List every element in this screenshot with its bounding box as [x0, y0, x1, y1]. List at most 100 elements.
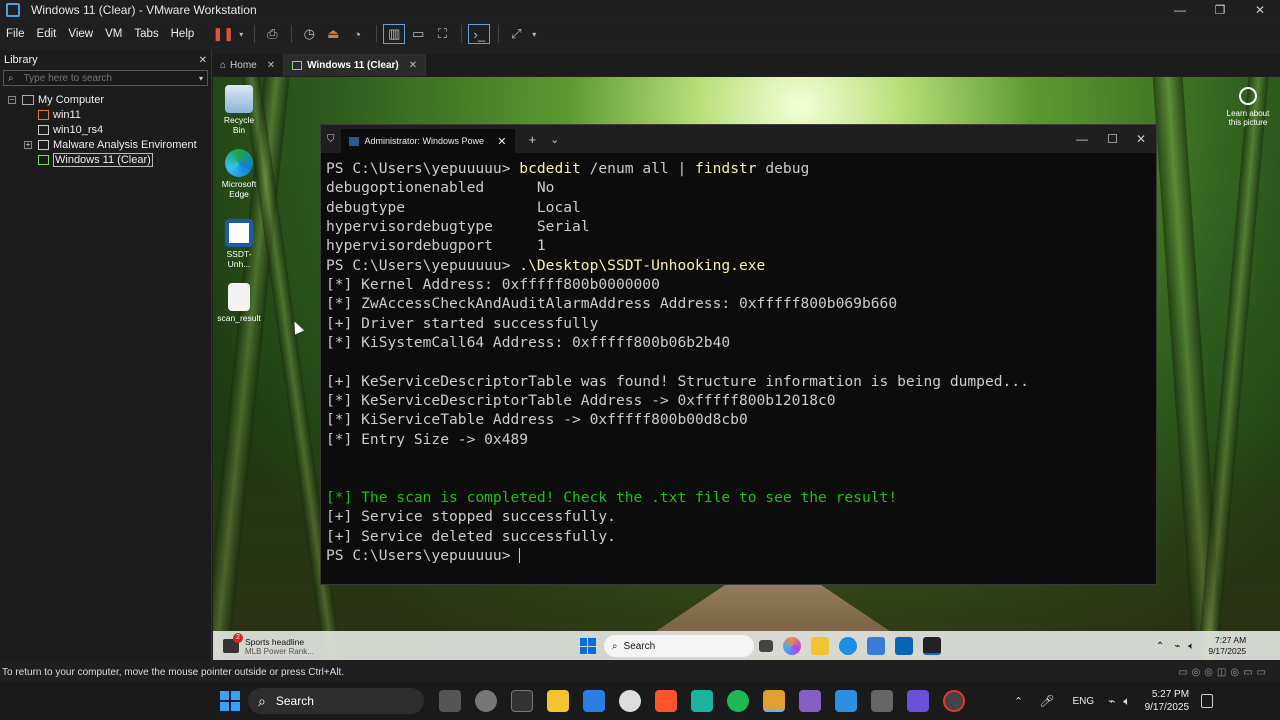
terminal-tab-close-icon[interactable]: ✕ — [497, 135, 506, 148]
network-icon[interactable]: ⌁ — [1174, 641, 1180, 652]
search-dropdown-icon[interactable]: ▾ — [199, 74, 203, 83]
desktop-icon-edge[interactable]: Microsoft Edge — [217, 149, 261, 199]
record-icon[interactable] — [943, 690, 965, 712]
console-view-icon[interactable]: ›_ — [468, 24, 491, 44]
host-search-box[interactable]: ⌕ Search — [248, 688, 424, 714]
vscode-icon[interactable] — [835, 690, 857, 712]
copilot-icon[interactable] — [782, 637, 801, 655]
pause-icon[interactable]: ❚❚ — [212, 24, 234, 44]
guest-search-box[interactable]: ⌕ Search — [603, 635, 754, 657]
task-view-icon[interactable] — [439, 690, 461, 712]
tree-item-win10-rs4[interactable]: win10_rs4 — [0, 122, 211, 137]
vmware-status-bar: To return to your computer, move the mou… — [0, 663, 1280, 681]
tree-item-malware-analysis[interactable]: + Malware Analysis Enviroment — [0, 137, 211, 152]
desktop-icon-scan-result[interactable]: scan_result — [217, 283, 261, 323]
tab-home[interactable]: ⌂ Home ✕ — [212, 54, 285, 76]
menu-tabs[interactable]: Tabs — [128, 28, 164, 40]
minimize-button[interactable]: — — [1160, 0, 1200, 20]
todo-icon[interactable] — [583, 690, 605, 712]
store-icon[interactable] — [866, 637, 885, 655]
notification-icon[interactable] — [1201, 694, 1214, 708]
tab-close-icon[interactable]: ✕ — [267, 60, 275, 71]
thumbnail-bar-icon[interactable]: ▭ — [407, 24, 429, 44]
vmware-taskbar-icon[interactable] — [763, 690, 785, 712]
start-button[interactable] — [579, 638, 596, 654]
terminal-line: [*] Kernel Address: 0xfffff800b0000000 — [326, 275, 1151, 294]
library-search-input[interactable] — [23, 72, 184, 84]
file-explorer-icon[interactable] — [810, 637, 829, 655]
host-clock[interactable]: 5:27 PM 9/17/2025 — [1145, 688, 1190, 714]
device-status-icons[interactable]: ▭◎◎◫◎▭▭ — [1178, 667, 1270, 678]
terminal-output-text: [+] Driver started successfully — [326, 314, 599, 332]
tree-item-my-computer[interactable]: − My Computer — [0, 92, 211, 107]
close-button[interactable]: ✕ — [1240, 0, 1280, 20]
file-explorer-icon[interactable] — [547, 690, 569, 712]
outlook-icon[interactable] — [894, 637, 913, 655]
terminal-output[interactable]: PS C:\Users\yepuuuuu> bcdedit /enum all … — [321, 153, 1156, 571]
library-close-icon[interactable]: ✕ — [199, 55, 207, 66]
volume-icon[interactable]: 🔈︎ — [1188, 641, 1194, 652]
terminal-output-text: debugtype Local — [326, 198, 581, 216]
terminal-minimize-icon[interactable]: — — [1076, 132, 1088, 146]
spotify-icon[interactable] — [727, 690, 749, 712]
terminal-taskbar-icon[interactable] — [922, 637, 941, 655]
new-tab-button[interactable]: + — [529, 132, 537, 147]
tab-windows11-clear[interactable]: Windows 11 (Clear) ✕ — [284, 54, 427, 76]
app-icon[interactable] — [907, 690, 929, 712]
host-start-button[interactable] — [220, 691, 240, 711]
desktop-icon-recycle-bin[interactable]: Recycle Bin — [217, 85, 261, 135]
chatgpt-icon[interactable] — [619, 690, 641, 712]
guest-clock[interactable]: 7:27 AM 9/17/2025 — [1208, 635, 1246, 657]
sports-widget[interactable]: 2 Sports headline MLB Power Rank... — [223, 632, 314, 656]
brave-icon[interactable] — [655, 690, 677, 712]
network-icon[interactable]: ⌁ — [1108, 694, 1115, 708]
terminal-tab[interactable]: Administrator: Windows Powe ✕ — [340, 129, 515, 153]
terminal-taskbar-icon[interactable] — [511, 690, 533, 712]
settings-icon[interactable] — [475, 690, 497, 712]
expand-icon[interactable]: + — [24, 140, 32, 149]
pause-dropdown-icon[interactable]: ▾ — [236, 24, 246, 44]
terminal-maximize-icon[interactable]: ☐ — [1107, 132, 1118, 146]
terminal-line: [+] KeServiceDescriptorTable was found! … — [326, 372, 1151, 391]
tree-item-win11[interactable]: win11 — [0, 107, 211, 122]
terminal-close-icon[interactable]: ✕ — [1136, 132, 1146, 146]
tab-dropdown-button[interactable]: ⌄ — [550, 133, 559, 146]
menu-view[interactable]: View — [62, 28, 99, 40]
guest-desktop[interactable]: Recycle Bin Microsoft Edge SSDT-Unh... s… — [213, 77, 1280, 660]
snapshot-manager-icon[interactable]: ◔ — [346, 24, 368, 44]
stretch-dropdown-icon[interactable]: ▾ — [529, 24, 539, 44]
menu-help[interactable]: Help — [165, 28, 201, 40]
tray-chevron-icon[interactable]: ⌃ — [1014, 695, 1023, 708]
terminal-window[interactable]: ⛉ Administrator: Windows Powe ✕ + ⌄ — ☐ … — [320, 124, 1157, 585]
language-indicator[interactable]: ENG — [1072, 696, 1094, 707]
home-icon: ⌂ — [220, 59, 227, 71]
maximize-button[interactable]: ❐ — [1200, 0, 1240, 20]
full-screen-icon[interactable]: ⛶ — [431, 24, 453, 44]
show-library-icon[interactable]: ▥ — [383, 24, 406, 44]
collapse-icon[interactable]: − — [8, 95, 16, 104]
menu-edit[interactable]: Edit — [31, 28, 63, 40]
send-ctrl-alt-del-icon[interactable]: ⎙ — [261, 24, 283, 44]
microphone-icon[interactable]: 🎤︎ — [1039, 694, 1054, 708]
volume-icon[interactable]: 🔈︎ — [1123, 694, 1130, 709]
host-time: 5:27 PM — [1151, 689, 1190, 700]
snapshot-icon[interactable]: ◷ — [298, 24, 320, 44]
library-search[interactable]: ⌕ ▾ — [3, 70, 208, 86]
vmware-app-icon — [6, 3, 20, 17]
desktop-icon-ssdt-unhooking[interactable]: SSDT-Unh... — [217, 219, 261, 269]
app-icon[interactable] — [871, 690, 893, 712]
menu-file[interactable]: File — [0, 28, 31, 40]
tree-item-windows11-clear[interactable]: Windows 11 (Clear) — [0, 152, 211, 167]
task-view-icon[interactable] — [758, 640, 773, 652]
toolbar-divider — [498, 25, 500, 43]
tray-chevron-icon[interactable]: ⌃ — [1156, 641, 1164, 652]
stretch-guest-icon[interactable]: ⤢ — [505, 24, 527, 44]
learn-about-picture[interactable]: Learn about this picture — [1222, 87, 1274, 127]
revert-snapshot-icon[interactable]: ⏏ — [322, 24, 344, 44]
menu-vm[interactable]: VM — [99, 28, 128, 40]
vm-icon — [38, 124, 49, 135]
ida-icon[interactable] — [691, 690, 713, 712]
tab-close-icon[interactable]: ✕ — [409, 60, 417, 71]
visual-studio-icon[interactable] — [799, 690, 821, 712]
edge-icon[interactable] — [838, 637, 857, 655]
